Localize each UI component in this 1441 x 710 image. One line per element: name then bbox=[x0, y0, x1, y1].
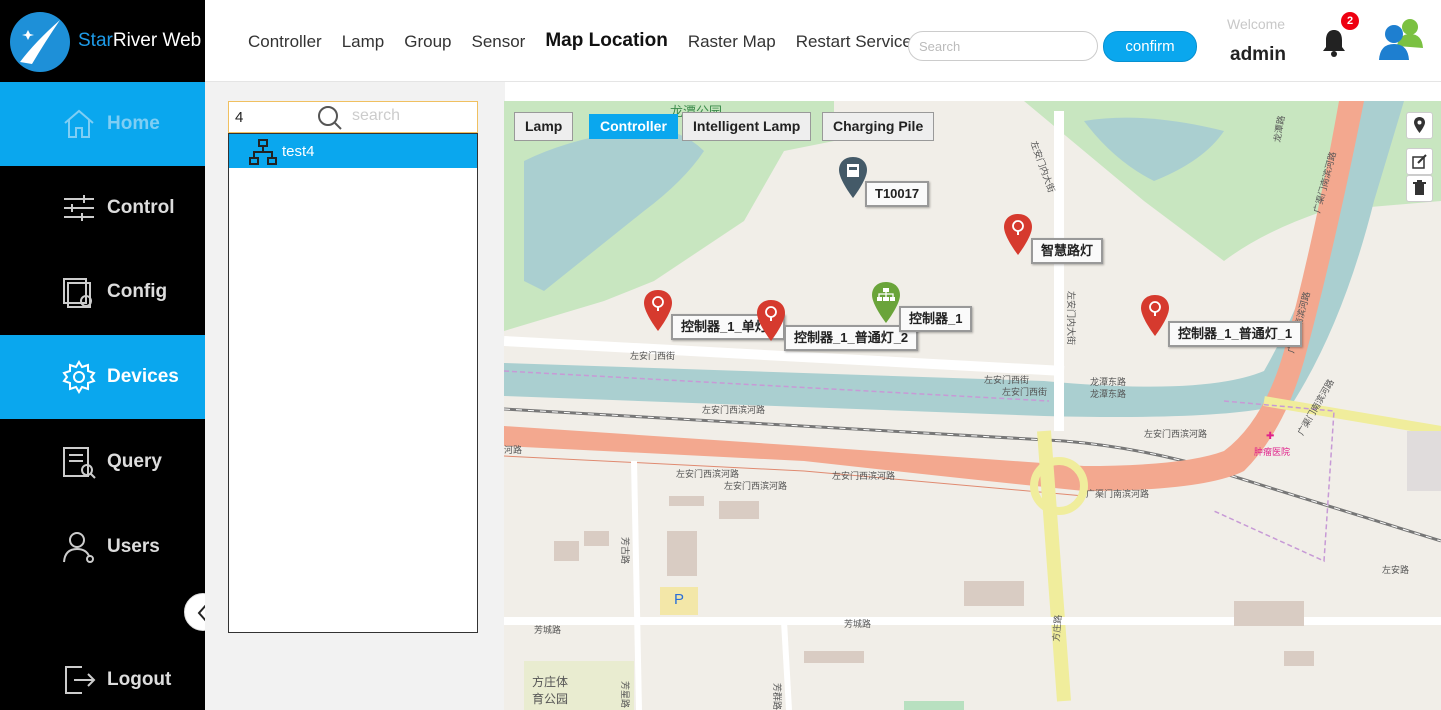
notification-badge: 2 bbox=[1341, 12, 1359, 30]
user-icon bbox=[63, 532, 94, 563]
map-label: 芳星路 bbox=[620, 681, 630, 709]
nav-restart-service[interactable]: Restart Service bbox=[796, 32, 912, 52]
map-label: 芳古路 bbox=[620, 537, 630, 565]
sidebar-item-label: Query bbox=[107, 451, 162, 472]
sidebar-item-label: Home bbox=[107, 113, 160, 134]
welcome-text: Welcome bbox=[1227, 16, 1286, 32]
app-title-part2: River Web bbox=[112, 30, 202, 51]
map-label: 育公园 bbox=[532, 692, 569, 706]
logout-icon bbox=[65, 666, 96, 694]
sidebar: Home Control Config Devices Query Users … bbox=[0, 82, 205, 710]
search-icon[interactable] bbox=[317, 105, 343, 131]
tree-search-placeholder: search bbox=[352, 107, 401, 124]
sidebar-item-home[interactable]: Home bbox=[0, 82, 205, 166]
sidebar-item-query[interactable]: Query bbox=[0, 420, 205, 504]
map-filter-charging-pile[interactable]: Charging Pile bbox=[822, 112, 935, 141]
tree-search-input[interactable]: 4 search bbox=[228, 101, 478, 133]
edit-icon[interactable] bbox=[1406, 148, 1433, 175]
map-label: 芳城路 bbox=[844, 619, 872, 629]
marker-label[interactable]: 控制器_1 bbox=[899, 306, 973, 332]
map-view[interactable]: 龙潭公园 左安门西街 左安门西街 左安门西街 左安门内大街 左安门内大街 龙潭东… bbox=[504, 101, 1441, 710]
nav-controller[interactable]: Controller bbox=[248, 32, 322, 52]
sidebar-item-logout[interactable]: Logout bbox=[0, 638, 205, 710]
map-label: 左安门西滨河路 bbox=[1144, 429, 1208, 439]
bell-icon[interactable] bbox=[1321, 28, 1347, 58]
lamp-marker-icon[interactable] bbox=[1002, 213, 1034, 257]
tree-node[interactable]: test4 bbox=[229, 134, 477, 168]
map-label: 方庄体 bbox=[532, 675, 569, 689]
map-label: 左安路 bbox=[1382, 565, 1410, 575]
sidebar-item-label: Users bbox=[107, 536, 160, 557]
map-filter-lamp[interactable]: Lamp bbox=[514, 112, 574, 141]
map-label: 左安门西滨河路 bbox=[724, 481, 788, 491]
parking-icon: P bbox=[674, 591, 685, 608]
nav-group[interactable]: Group bbox=[404, 32, 451, 52]
avatar[interactable] bbox=[1377, 16, 1425, 64]
hospital-icon: ✚ bbox=[1266, 431, 1275, 442]
sidebar-item-users[interactable]: Users bbox=[0, 505, 205, 589]
query-icon bbox=[63, 447, 96, 479]
map-label: 芳群路 bbox=[772, 683, 782, 710]
app-root: StarRiver Web Controller Lamp Group Sens… bbox=[0, 0, 1441, 710]
sidebar-item-control[interactable]: Control bbox=[0, 166, 205, 250]
trash-icon[interactable] bbox=[1406, 175, 1433, 202]
lamp-marker-icon[interactable] bbox=[642, 289, 674, 333]
map-label: 广渠门南滨河路 bbox=[1086, 489, 1150, 499]
map-filter-intelligent-lamp[interactable]: Intelligent Lamp bbox=[682, 112, 812, 141]
location-icon[interactable] bbox=[1406, 112, 1433, 139]
map-label: 左安门西滨河路 bbox=[832, 471, 896, 481]
map-label: 方庄路 bbox=[1050, 614, 1064, 643]
tree-node-label: test4 bbox=[282, 143, 315, 160]
sidebar-item-label: Config bbox=[107, 281, 168, 302]
nav-sensor[interactable]: Sensor bbox=[471, 32, 525, 52]
config-icon bbox=[63, 278, 92, 308]
app-title: StarRiver Web bbox=[78, 30, 201, 52]
hierarchy-icon bbox=[249, 139, 277, 165]
marker-label[interactable]: T10017 bbox=[865, 181, 930, 207]
username: admin bbox=[1230, 44, 1286, 65]
nav-lamp[interactable]: Lamp bbox=[342, 32, 385, 52]
logo-area: StarRiver Web bbox=[0, 0, 205, 82]
app-title-part1: Star bbox=[78, 30, 113, 51]
controller-marker-icon[interactable] bbox=[870, 281, 902, 325]
tree-search-value: 4 bbox=[235, 109, 244, 126]
map-label: 河路 bbox=[504, 445, 523, 455]
top-nav: Controller Lamp Group Sensor Map Locatio… bbox=[248, 30, 932, 52]
nav-map-location[interactable]: Map Location bbox=[545, 30, 667, 52]
map-label: 龙潭东路 bbox=[1090, 389, 1127, 399]
sidebar-item-label: Control bbox=[107, 197, 175, 218]
map-label: 左安门西滨河路 bbox=[702, 405, 766, 415]
map-filter-controller[interactable]: Controller bbox=[589, 114, 678, 139]
map-label: 芳城路 bbox=[534, 625, 562, 635]
map-label: 左安门西街 bbox=[1002, 387, 1048, 397]
top-bar: Controller Lamp Group Sensor Map Locatio… bbox=[205, 0, 1441, 82]
map-label: 左安门内大街 bbox=[1066, 291, 1076, 346]
map-label: 左安门西街 bbox=[630, 351, 676, 361]
search-input[interactable] bbox=[908, 31, 1098, 61]
sidebar-item-label: Logout bbox=[107, 669, 172, 690]
gear-icon bbox=[62, 360, 96, 394]
sidebar-item-label: Devices bbox=[107, 366, 179, 387]
nav-raster-map[interactable]: Raster Map bbox=[688, 32, 776, 52]
logo-icon bbox=[10, 12, 70, 72]
lamp-marker-icon[interactable] bbox=[755, 299, 787, 343]
device-tree: test4 bbox=[228, 133, 478, 633]
marker-label[interactable]: 控制器_1_普通灯_1 bbox=[1168, 321, 1303, 347]
confirm-button[interactable]: confirm bbox=[1103, 31, 1197, 62]
sidebar-item-config[interactable]: Config bbox=[0, 250, 205, 334]
sidebar-item-devices[interactable]: Devices bbox=[0, 335, 205, 419]
map-label: 肿瘤医院 bbox=[1254, 447, 1291, 457]
marker-label[interactable]: 智慧路灯 bbox=[1031, 238, 1104, 264]
sliders-icon bbox=[64, 195, 94, 221]
map-background bbox=[504, 101, 1441, 710]
lamp-marker-icon[interactable] bbox=[1139, 294, 1171, 338]
home-icon bbox=[64, 109, 94, 138]
